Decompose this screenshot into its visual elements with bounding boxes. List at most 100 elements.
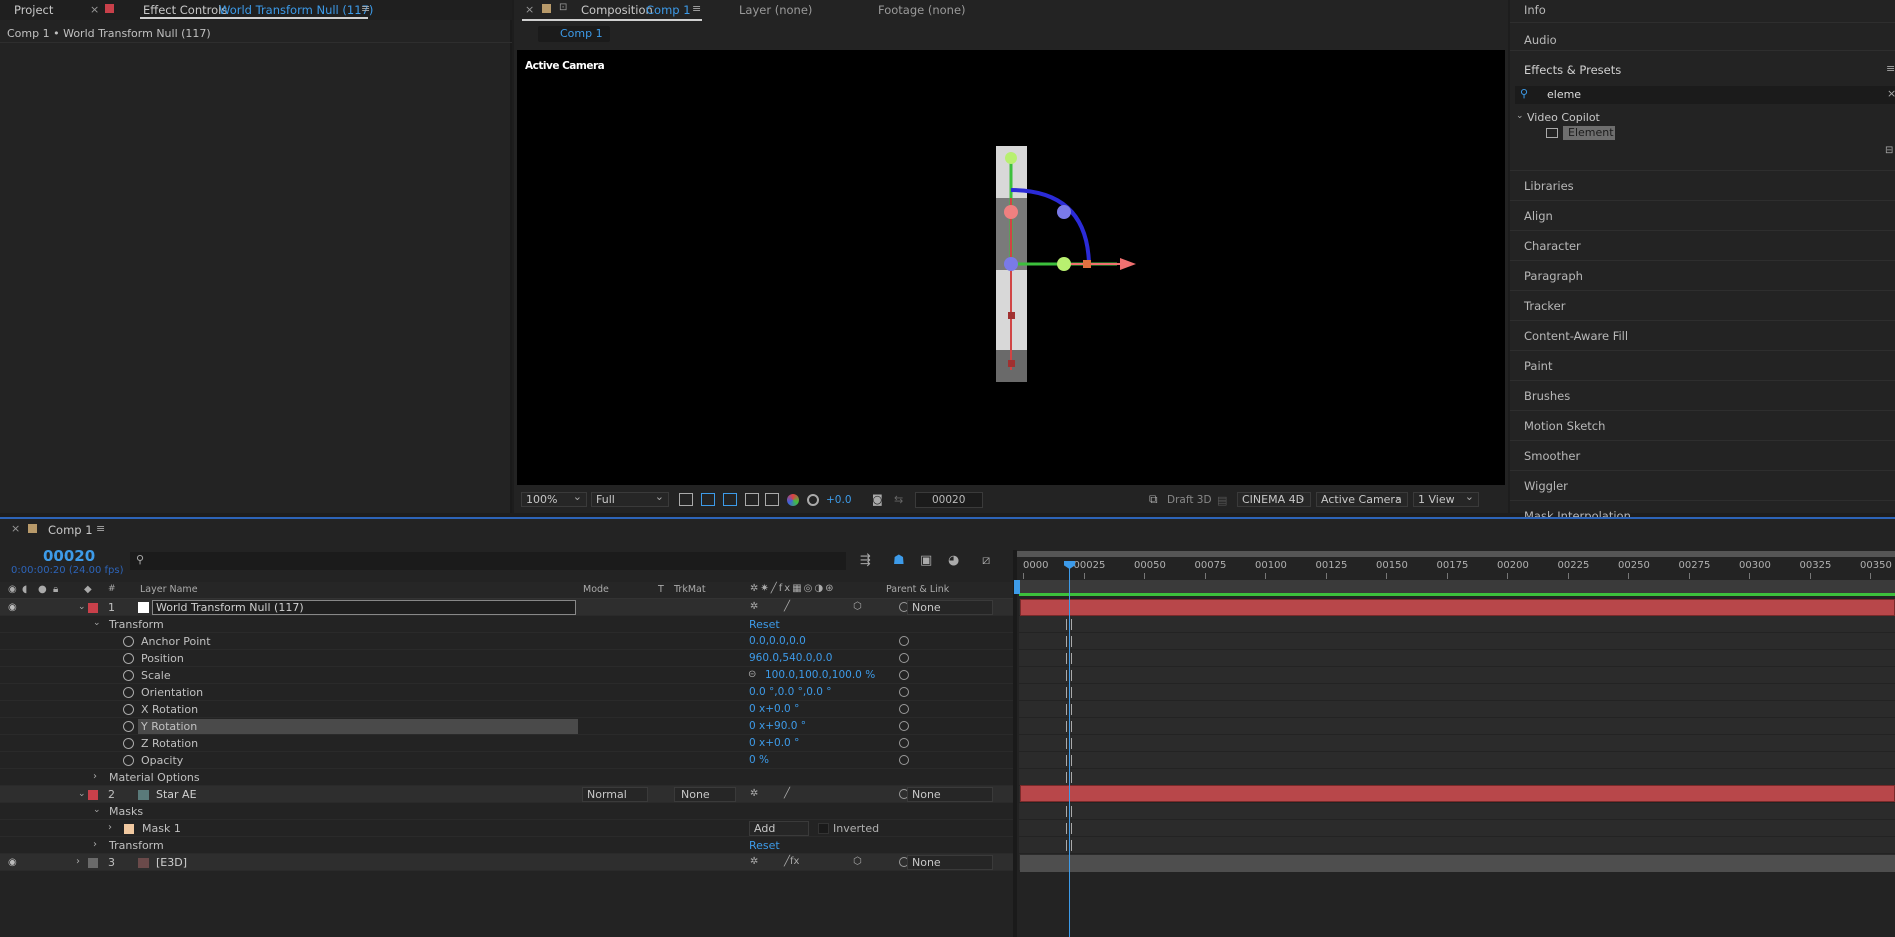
effect-item-element[interactable]: Element [1563,126,1615,140]
timeline-divider[interactable] [1013,550,1017,937]
comp-viewer[interactable]: Active Camera [517,50,1505,485]
layer-search-input[interactable]: ⚲ [130,552,846,570]
views-dropdown[interactable]: 1 View [1413,490,1479,507]
col-t[interactable]: T [658,584,664,595]
panel-paragraph[interactable]: Paragraph [1524,269,1583,283]
region-of-interest-icon[interactable] [745,493,759,506]
stopwatch-icon[interactable] [123,721,134,732]
panel-wiggler[interactable]: Wiggler [1524,479,1568,493]
property-value[interactable]: 0 % [749,754,769,766]
label-color-swatch[interactable] [88,603,98,613]
panel-menu-icon[interactable]: ≡ [692,2,701,15]
reset-link[interactable]: Reset [749,839,780,852]
layer-bar-3[interactable] [1020,855,1895,872]
parent-dropdown[interactable]: None [907,600,993,615]
solo-switch-icon[interactable]: ● [38,584,47,595]
tab-timeline-comp[interactable]: Comp 1 [48,523,93,537]
frame-blending-icon[interactable]: ▣ [920,553,932,568]
property-value[interactable]: 0 x+90.0 ° [749,720,806,732]
tab-effect-controls[interactable]: Effect Controls [143,3,227,17]
graph-editor-icon[interactable]: ⧄ [982,553,990,568]
pick-whip-icon[interactable] [899,704,909,714]
mask-color-swatch[interactable] [124,824,134,834]
panel-paint[interactable]: Paint [1524,359,1552,373]
property-value[interactable]: 100.0,100.0,100.0 % [765,669,875,681]
draft3d-icon[interactable]: ⧉ [1149,492,1158,507]
inverted-checkbox[interactable] [818,823,829,834]
3d-layer-icon[interactable]: ⬡ [853,601,862,612]
property-name[interactable]: Z Rotation [141,737,198,750]
stopwatch-icon[interactable] [123,704,134,715]
property-name[interactable]: Opacity [141,754,183,767]
stopwatch-icon[interactable] [123,636,134,647]
stopwatch-icon[interactable] [123,755,134,766]
exposure-icon[interactable] [807,494,819,506]
current-frame[interactable]: 00020 [43,547,95,565]
layer-bar-2[interactable] [1020,785,1895,802]
panel-motion-sketch[interactable]: Motion Sketch [1524,419,1605,433]
shy-layers-icon[interactable]: ☗ [893,553,905,568]
panel-audio[interactable]: Audio [1524,33,1557,47]
layer-name[interactable]: [E3D] [156,856,187,869]
chevron-down-icon[interactable]: ⌄ [93,805,101,815]
audio-switch-icon[interactable]: ◖ [22,584,27,595]
3d-layer-icon[interactable]: ⬡ [853,856,862,867]
transform-group[interactable]: Transform [109,618,164,631]
panel-content-aware-fill[interactable]: Content-Aware Fill [1524,329,1628,343]
pick-whip-icon[interactable] [899,755,909,765]
pick-whip-icon[interactable] [899,687,909,697]
property-name[interactable]: Orientation [141,686,203,699]
parent-dropdown[interactable]: None [907,787,993,802]
property-name[interactable]: Scale [141,669,171,682]
exposure-value[interactable]: +0.0 [826,494,852,506]
current-time-field[interactable]: 00020 [915,492,983,508]
panel-menu-icon[interactable]: ≡ [1886,62,1895,75]
camera-dropdown[interactable]: Active Camera [1316,490,1408,507]
transform-group[interactable]: Transform [109,839,164,852]
transparency-grid-icon[interactable] [701,493,715,506]
label-color-swatch[interactable] [88,790,98,800]
clear-search-icon[interactable]: × [1887,87,1895,100]
renderer-dropdown[interactable]: CINEMA 4D [1237,490,1311,507]
motion-blur-icon[interactable]: ◕ [948,553,959,568]
mask-name[interactable]: Mask 1 [142,822,181,835]
constrain-proportions-icon[interactable]: ⊝ [748,669,756,680]
new-folder-icon[interactable]: ⊟ [1885,145,1893,156]
mask-mode-dropdown[interactable]: Add [749,821,809,836]
property-value[interactable]: 0 x+0.0 ° [749,737,799,749]
switches-icons[interactable]: ✲✷╱fx▦◎◑⊛ [750,583,836,594]
col-parent[interactable]: Parent & Link [886,584,949,595]
tab-comp-name[interactable]: Comp 1 [646,3,691,17]
property-name[interactable]: Anchor Point [141,635,211,648]
color-channel-icon[interactable] [787,494,799,506]
effects-category[interactable]: Video Copilot [1527,111,1600,124]
masks-group[interactable]: Masks [109,805,143,818]
chevron-down-icon[interactable]: ⌄ [93,618,101,628]
close-icon[interactable]: × [11,522,20,535]
panel-tracker[interactable]: Tracker [1524,299,1566,313]
mode-dropdown[interactable]: Normal [582,787,648,802]
panel-libraries[interactable]: Libraries [1524,179,1574,193]
label-tag-icon[interactable]: ◆ [84,584,92,595]
material-options-group[interactable]: Material Options [109,771,200,784]
chevron-right-icon[interactable]: › [93,839,97,850]
pick-whip-icon[interactable] [899,670,909,680]
shy-switch-icon[interactable]: ✲ [750,601,758,612]
grid-icon[interactable] [765,493,779,506]
comp-subtab[interactable]: Comp 1 [538,26,610,42]
tab-project[interactable]: Project [14,3,53,17]
eye-icon[interactable]: ◉ [8,857,17,868]
camera-snapshot-icon[interactable]: ◙ [872,493,883,506]
tab-composition[interactable]: Composition [581,3,653,17]
pick-whip-icon[interactable] [899,636,909,646]
comp-flowchart-icon[interactable]: ⇶ [860,553,871,568]
lock-icon[interactable]: ⊡ [559,2,567,13]
property-value[interactable]: 960.0,540.0,0.0 [749,652,833,664]
zoom-dropdown[interactable]: 100% [521,490,587,507]
quality-switch-icon[interactable]: ╱fx [784,856,799,867]
layer-name[interactable]: Star AE [156,788,197,801]
panel-effects-presets[interactable]: Effects & Presets [1524,63,1621,77]
chevron-down-icon[interactable]: ⌄ [78,602,86,612]
reset-link[interactable]: Reset [749,618,780,631]
chevron-right-icon[interactable]: › [76,856,80,867]
